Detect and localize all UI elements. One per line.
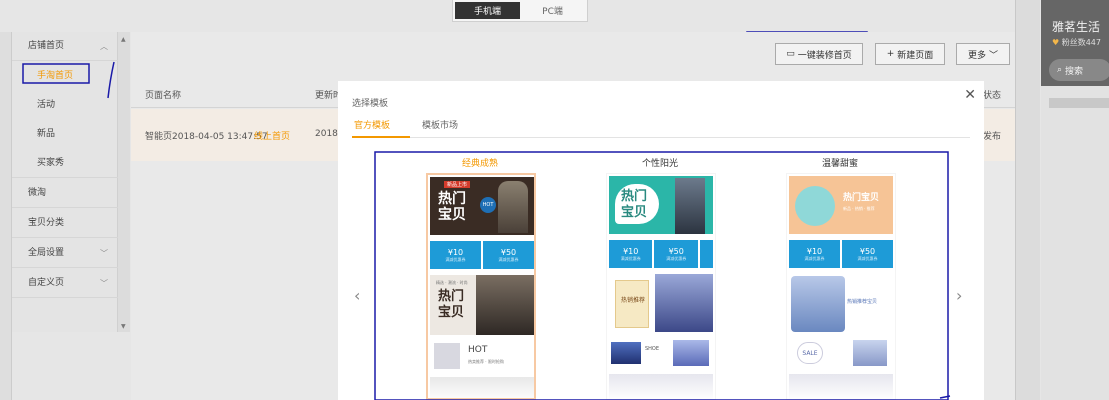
annotation-layer-2: [374, 151, 951, 400]
annotation-box-templates: [374, 151, 949, 400]
